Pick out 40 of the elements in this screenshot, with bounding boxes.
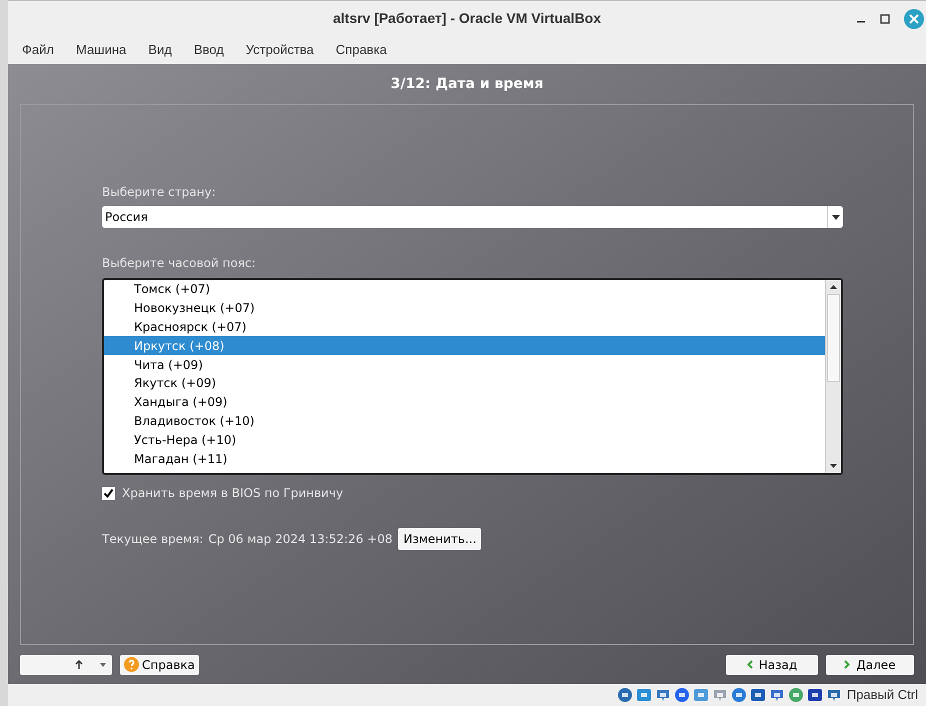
- caret-icon: [832, 214, 840, 220]
- maximize-icon[interactable]: [880, 14, 890, 24]
- help-icon: [124, 657, 139, 672]
- timezone-item[interactable]: Иркутск (+08): [104, 336, 825, 356]
- checkbox[interactable]: [102, 486, 115, 500]
- back-button[interactable]: Назад: [726, 654, 818, 674]
- timezone-item[interactable]: Хандыга (+09): [104, 392, 825, 412]
- timezone-item[interactable]: Чита (+09): [104, 355, 825, 374]
- timezone-label: Выберите часовой пояс:: [102, 255, 257, 272]
- timezone-item[interactable]: Новокузнецк (+07): [104, 298, 825, 318]
- timezone-item[interactable]: Томск (+07): [104, 280, 825, 299]
- chevron-right-icon: [844, 660, 850, 669]
- menu-item[interactable]: Ввод: [194, 40, 224, 60]
- menu-item[interactable]: Устройства: [246, 40, 314, 60]
- navigation-dropdown[interactable]: [20, 654, 112, 674]
- country-label: Выберите страну:: [102, 184, 217, 201]
- step-title: 3/12: Дата и время: [390, 74, 544, 94]
- timezone-item[interactable]: Магадан (+11): [104, 449, 825, 468]
- country-dropdown[interactable]: Россия: [102, 206, 843, 228]
- window-title: altsrv [Работает] - Oracle VM VirtualBox: [332, 9, 602, 28]
- checkbox-label: Хранить время в BIOS по Гринвичу: [122, 485, 344, 502]
- timezone-item[interactable]: Владивосток (+10): [104, 412, 825, 430]
- timezone-item[interactable]: Якутск (+09): [104, 374, 825, 393]
- change-button[interactable]: Изменить...: [398, 528, 482, 550]
- scrollbar[interactable]: [825, 280, 841, 473]
- caret-icon: [100, 662, 106, 666]
- menu-item[interactable]: Машина: [76, 40, 126, 60]
- timezone-item[interactable]: Красноярск (+07): [104, 318, 825, 336]
- next-button[interactable]: Далее: [826, 654, 914, 674]
- current-time-value: Ср 06 мар 2024 13:52:26 +08: [208, 531, 392, 548]
- current-time-label: Текущее время:: [102, 531, 204, 548]
- menu-item[interactable]: Файл: [22, 40, 54, 60]
- chevron-left-icon: [746, 660, 753, 669]
- menu-item[interactable]: Справка: [336, 40, 387, 60]
- help-button[interactable]: Справка: [120, 654, 199, 674]
- timezone-item[interactable]: Усть-Нера (+10): [104, 430, 825, 450]
- close-icon[interactable]: [904, 9, 924, 29]
- up-arrow-icon: [74, 660, 84, 670]
- menu-item[interactable]: Вид: [148, 40, 172, 60]
- host-key-label: Правый Ctrl: [846, 686, 918, 704]
